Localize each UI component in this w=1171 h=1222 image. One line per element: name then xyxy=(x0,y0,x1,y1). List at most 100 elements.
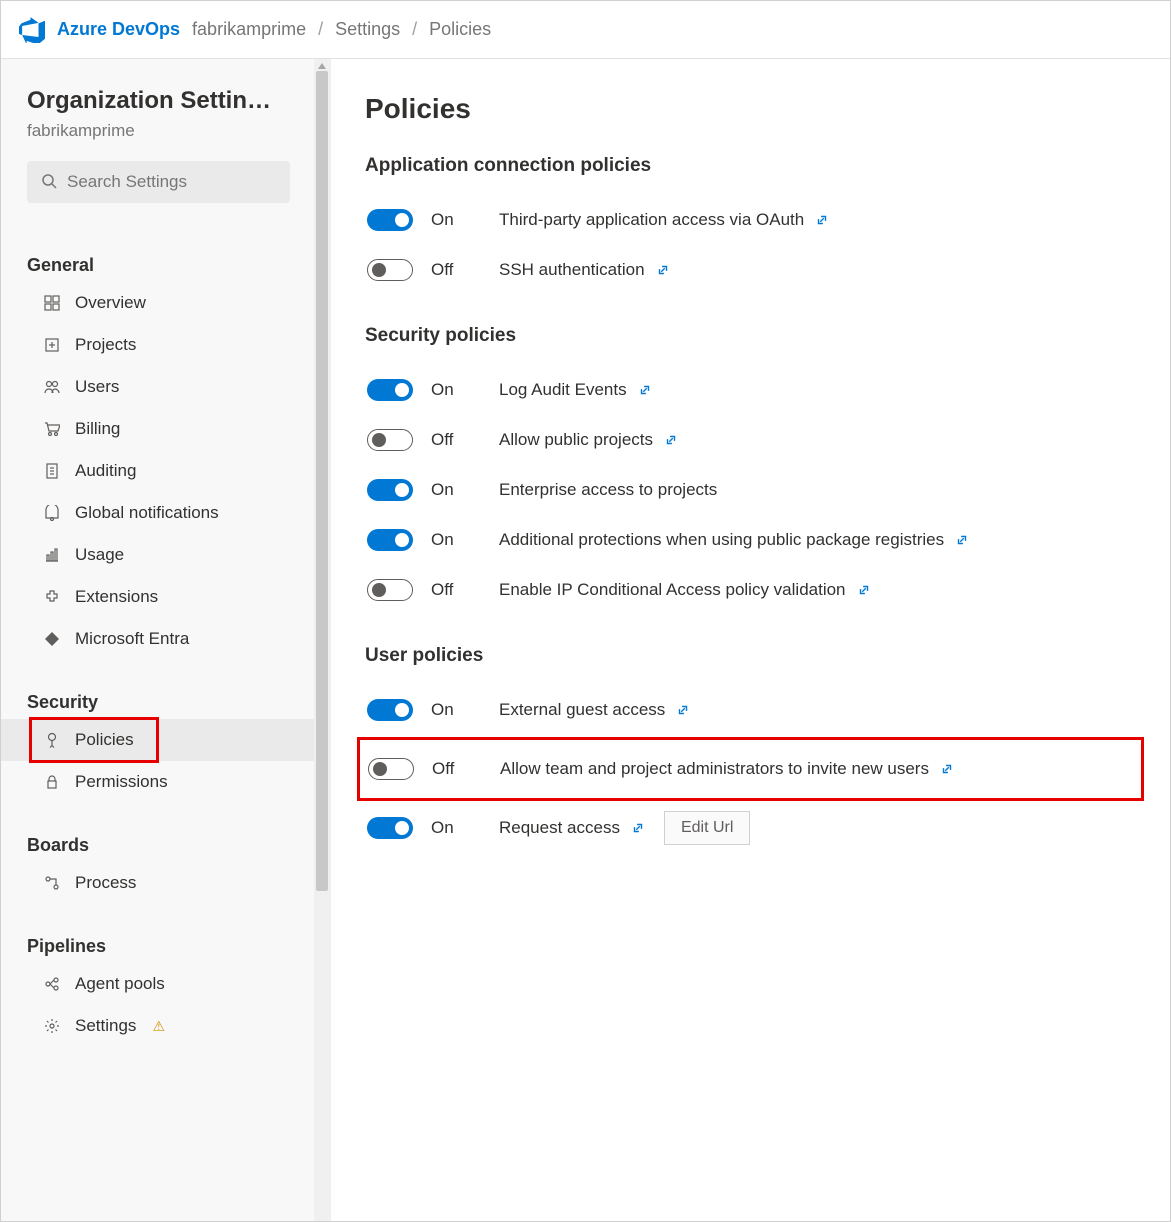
toggle-state: On xyxy=(431,700,481,720)
sidebar-item-label: Policies xyxy=(75,730,134,750)
brand-link[interactable]: Azure DevOps xyxy=(57,19,180,40)
toggle-state: Off xyxy=(431,430,481,450)
sidebar: Organization Settin… fabrikamprime Gener… xyxy=(1,59,331,1221)
policy-request-access: On Request access Edit Url xyxy=(365,803,1136,853)
sidebar-item-label: Agent pools xyxy=(75,974,165,994)
policy-label: Log Audit Events xyxy=(499,380,653,400)
link-icon[interactable] xyxy=(655,262,671,278)
policy-public-projects: Off Allow public projects xyxy=(365,415,1136,465)
toggle-state: On xyxy=(431,530,481,550)
sidebar-item-policies[interactable]: Policies xyxy=(1,719,314,761)
sidebar-item-settings[interactable]: Settings ⚠ xyxy=(1,1005,314,1047)
link-icon[interactable] xyxy=(637,382,653,398)
entra-icon xyxy=(43,630,61,648)
sidebar-item-label: Process xyxy=(75,873,136,893)
sidebar-item-billing[interactable]: Billing xyxy=(1,408,314,450)
link-icon[interactable] xyxy=(663,432,679,448)
sidebar-item-projects[interactable]: Projects xyxy=(1,324,314,366)
sidebar-item-process[interactable]: Process xyxy=(1,862,314,904)
toggle-audit[interactable] xyxy=(367,379,413,401)
sidebar-item-label: Permissions xyxy=(75,772,168,792)
toggle-state: On xyxy=(431,480,481,500)
scrollbar[interactable] xyxy=(314,59,330,1221)
scroll-thumb[interactable] xyxy=(316,71,328,891)
link-icon[interactable] xyxy=(954,532,970,548)
policy-label: Enable IP Conditional Access policy vali… xyxy=(499,580,872,600)
breadcrumb-policies[interactable]: Policies xyxy=(429,19,491,40)
toggle-request-access[interactable] xyxy=(367,817,413,839)
breadcrumb-settings[interactable]: Settings xyxy=(335,19,400,40)
policy-ip-conditional: Off Enable IP Conditional Access policy … xyxy=(365,565,1136,615)
toggle-state: Off xyxy=(431,580,481,600)
edit-url-button[interactable]: Edit Url xyxy=(664,811,750,845)
search-box[interactable] xyxy=(27,161,290,203)
sidebar-item-auditing[interactable]: Auditing xyxy=(1,450,314,492)
toggle-state: On xyxy=(431,818,481,838)
toggle-invite-users[interactable] xyxy=(368,758,414,780)
toggle-guest-access[interactable] xyxy=(367,699,413,721)
toggle-package-registries[interactable] xyxy=(367,529,413,551)
policy-invite-users: Off Allow team and project administrator… xyxy=(357,737,1144,801)
azure-devops-logo-icon[interactable] xyxy=(19,17,45,43)
search-input[interactable] xyxy=(67,172,276,192)
link-icon[interactable] xyxy=(675,702,691,718)
link-icon[interactable] xyxy=(939,761,955,777)
sidebar-item-label: Microsoft Entra xyxy=(75,629,189,649)
sidebar-item-permissions[interactable]: Permissions xyxy=(1,761,314,803)
permissions-icon xyxy=(43,773,61,791)
group-security-title: Security policies xyxy=(365,325,1136,347)
agent-pools-icon xyxy=(43,975,61,993)
notifications-icon xyxy=(43,504,61,522)
sidebar-item-label: Projects xyxy=(75,335,136,355)
toggle-state: Off xyxy=(432,759,482,779)
sidebar-item-usage[interactable]: Usage xyxy=(1,534,314,576)
breadcrumb-separator: / xyxy=(412,19,417,40)
sidebar-item-extensions[interactable]: Extensions xyxy=(1,576,314,618)
link-icon[interactable] xyxy=(630,820,646,836)
usage-icon xyxy=(43,546,61,564)
gear-icon xyxy=(43,1017,61,1035)
policy-label: SSH authentication xyxy=(499,260,671,280)
sidebar-subtitle: fabrikamprime xyxy=(27,121,290,141)
process-icon xyxy=(43,874,61,892)
policy-label: Request access xyxy=(499,818,646,838)
users-icon xyxy=(43,378,61,396)
section-security: Security xyxy=(27,692,314,713)
policy-guest-access: On External guest access xyxy=(365,685,1136,735)
sidebar-item-agent-pools[interactable]: Agent pools xyxy=(1,963,314,1005)
toggle-ssh[interactable] xyxy=(367,259,413,281)
policy-label: External guest access xyxy=(499,700,691,720)
sidebar-item-label: Billing xyxy=(75,419,120,439)
policy-label: Enterprise access to projects xyxy=(499,480,717,500)
sidebar-item-overview[interactable]: Overview xyxy=(1,282,314,324)
scroll-up-icon[interactable] xyxy=(318,63,326,69)
policies-icon xyxy=(43,731,61,749)
auditing-icon xyxy=(43,462,61,480)
breadcrumb-org[interactable]: fabrikamprime xyxy=(192,19,306,40)
toggle-oauth[interactable] xyxy=(367,209,413,231)
billing-icon xyxy=(43,420,61,438)
overview-icon xyxy=(43,294,61,312)
sidebar-item-global-notifications[interactable]: Global notifications xyxy=(1,492,314,534)
toggle-public-projects[interactable] xyxy=(367,429,413,451)
toggle-ip-conditional[interactable] xyxy=(367,579,413,601)
toggle-enterprise-access[interactable] xyxy=(367,479,413,501)
section-pipelines: Pipelines xyxy=(27,936,314,957)
main-content: Policies Application connection policies… xyxy=(331,59,1170,1221)
sidebar-item-microsoft-entra[interactable]: Microsoft Entra xyxy=(1,618,314,660)
link-icon[interactable] xyxy=(814,212,830,228)
link-icon[interactable] xyxy=(856,582,872,598)
warning-icon: ⚠ xyxy=(152,1018,165,1035)
breadcrumb: Azure DevOps fabrikamprime / Settings / … xyxy=(1,1,1170,59)
policy-enterprise-access: On Enterprise access to projects xyxy=(365,465,1136,515)
sidebar-item-label: Usage xyxy=(75,545,124,565)
sidebar-item-label: Global notifications xyxy=(75,503,219,523)
sidebar-item-users[interactable]: Users xyxy=(1,366,314,408)
policy-ssh: Off SSH authentication xyxy=(365,245,1136,295)
breadcrumb-separator: / xyxy=(318,19,323,40)
extensions-icon xyxy=(43,588,61,606)
policy-oauth: On Third-party application access via OA… xyxy=(365,195,1136,245)
policy-label: Third-party application access via OAuth xyxy=(499,210,830,230)
toggle-state: On xyxy=(431,210,481,230)
sidebar-item-label: Users xyxy=(75,377,119,397)
